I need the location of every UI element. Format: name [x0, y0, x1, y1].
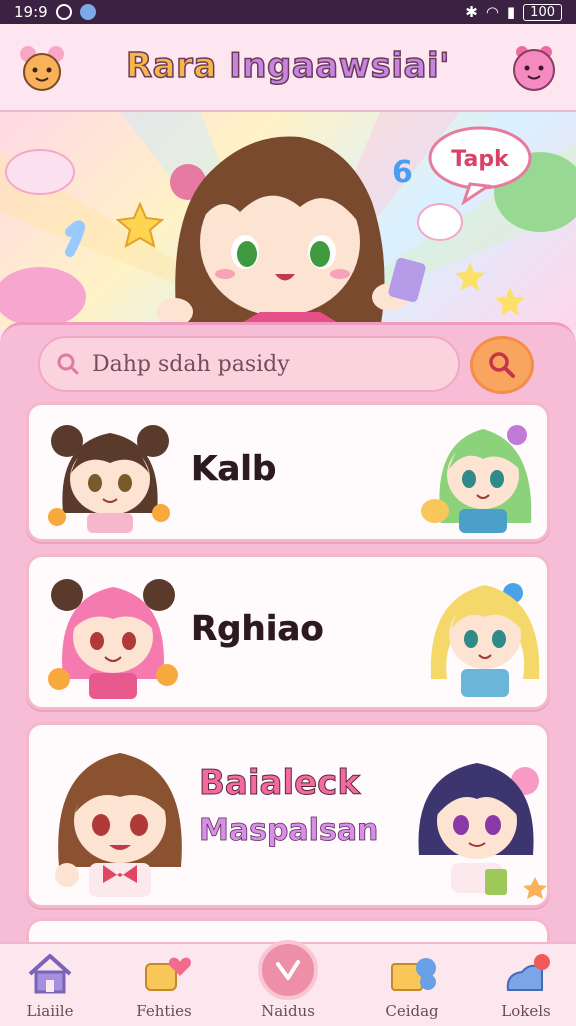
character-avatar-left [55, 753, 182, 897]
nav-label: Lokels [501, 1002, 551, 1020]
bluetooth-icon: ✱ [465, 3, 478, 21]
search-button[interactable] [470, 336, 534, 394]
battery-indicator: 100 [523, 3, 562, 21]
home-icon [28, 954, 72, 994]
nav-label: Naidus [261, 1002, 315, 1020]
app-title-part2: Ingaawsiai' [228, 45, 451, 87]
app-header: Rara Ingaawsiai' [0, 24, 576, 112]
character-avatar-left [48, 425, 170, 533]
character-avatar-right [430, 583, 540, 697]
nav-label: Liaiile [26, 1002, 74, 1020]
svg-text:6: 6 [392, 155, 413, 190]
app-title-part1: Rara [125, 45, 230, 87]
nav-favorites[interactable]: Fehties [114, 944, 214, 1026]
status-bar: 19:9 ✱ ◠ ▮ 100 [0, 0, 576, 24]
character-name: Baialeck [199, 763, 361, 804]
catalog-icon [391, 958, 436, 991]
nav-label: Fehties [136, 1002, 192, 1020]
character-card-3[interactable]: Baialeck Maspalsan [26, 722, 550, 908]
character-card-2[interactable]: Rghiao [26, 554, 550, 710]
hero-illustration: 6 Tapk [0, 112, 576, 330]
character-avatar-right [418, 763, 547, 899]
wifi-icon: ◠ [485, 3, 499, 21]
character-avatar-left [48, 579, 178, 699]
character-avatar-right [421, 425, 532, 533]
app-notification-icon [79, 4, 96, 20]
status-time: 19:9 [14, 3, 48, 21]
center-action-button[interactable] [258, 940, 318, 1000]
app-title: Rara Ingaawsiai' [0, 45, 576, 87]
magnifier-icon [489, 352, 515, 378]
character-name: Rghiao [191, 609, 324, 650]
hero-banner: 6 Tapk [0, 112, 576, 330]
hero-speech-text: Tapk [451, 147, 510, 172]
nav-label: Ceidag [385, 1002, 439, 1020]
nav-home[interactable]: Liaiile [0, 944, 100, 1026]
labels-icon [506, 954, 550, 991]
favorites-icon [145, 957, 191, 991]
character-subtitle: Maspalsan [199, 813, 379, 849]
nav-catalog[interactable]: Ceidag [362, 944, 462, 1026]
search-input[interactable] [90, 350, 434, 378]
search-bar [38, 336, 460, 392]
character-card-1[interactable]: Kalb [26, 402, 550, 542]
nav-labels[interactable]: Lokels [476, 944, 576, 1026]
signal-icon: ▮ [506, 3, 516, 21]
character-name: Kalb [191, 449, 277, 490]
search-icon [57, 353, 79, 375]
check-icon [276, 960, 300, 980]
mascot-profile-icon[interactable] [508, 42, 560, 94]
notification-icon [55, 4, 72, 20]
